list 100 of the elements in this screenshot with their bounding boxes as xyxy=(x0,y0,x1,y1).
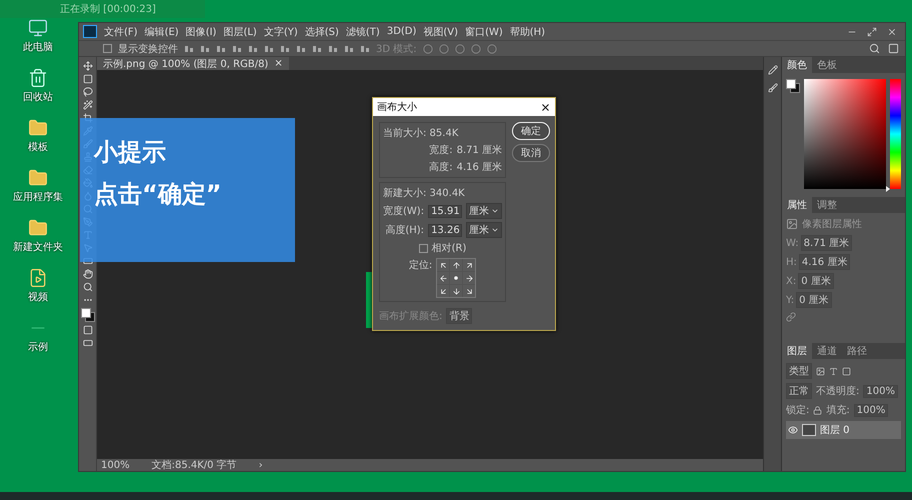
dialog-title: 画布大小 xyxy=(377,100,417,114)
zoom-icon[interactable] xyxy=(82,282,92,292)
computer-icon[interactable] xyxy=(28,18,48,38)
checkbox[interactable] xyxy=(418,244,428,252)
menu-item[interactable]: 图层(L) xyxy=(223,24,257,38)
panel-tab[interactable]: 颜色 xyxy=(782,57,812,73)
input-field[interactable]: 13.26 xyxy=(428,224,462,236)
panel-tab[interactable]: 调整 xyxy=(812,197,842,213)
desktop-icon-label[interactable]: 模板 xyxy=(28,140,48,154)
status-arrow[interactable]: › xyxy=(258,460,263,470)
align-icon[interactable] xyxy=(216,44,226,54)
brush-icon[interactable] xyxy=(768,83,778,93)
align-icon[interactable] xyxy=(296,44,306,54)
checkbox-label: 显示变换控件 xyxy=(118,42,178,56)
menu-item[interactable]: 滤镜(T) xyxy=(346,24,380,38)
menu-item[interactable]: 窗口(W) xyxy=(465,24,503,38)
panel-tab[interactable]: 属性 xyxy=(782,197,812,213)
input-field[interactable]: 4.16 厘米 xyxy=(798,254,850,270)
eye-icon[interactable] xyxy=(788,425,798,435)
desktop-icon-label[interactable]: 视频 xyxy=(28,290,48,304)
filter-image-icon[interactable] xyxy=(816,366,825,376)
3d-mode-icon[interactable] xyxy=(438,44,449,54)
3d-mode-icon[interactable] xyxy=(486,44,497,54)
search-icon[interactable] xyxy=(869,43,880,54)
dialog-button[interactable]: 取消 xyxy=(512,144,550,162)
chevron-down-icon xyxy=(491,207,500,215)
unit-select[interactable]: 厘米 xyxy=(466,203,502,219)
align-icon[interactable] xyxy=(232,44,242,54)
3d-mode-icon[interactable] xyxy=(422,44,433,54)
align-icon[interactable] xyxy=(312,44,322,54)
lasso-icon[interactable] xyxy=(82,87,92,97)
layer-row[interactable]: 图层 0 xyxy=(786,421,901,439)
color-field[interactable] xyxy=(804,79,886,189)
wand-icon[interactable] xyxy=(82,100,92,110)
input-field[interactable]: 0 厘米 xyxy=(796,292,832,308)
panel-tab[interactable]: 色板 xyxy=(812,57,842,73)
lock-icon[interactable] xyxy=(813,406,822,414)
field-label: H: xyxy=(786,256,797,268)
tab-close[interactable]: × xyxy=(274,58,283,69)
fill-field[interactable]: 100% xyxy=(854,404,888,416)
menu-item[interactable]: 3D(D) xyxy=(386,26,416,37)
3d-mode-icon[interactable] xyxy=(470,44,481,54)
quick-mask-icon[interactable] xyxy=(82,325,92,335)
align-icon[interactable] xyxy=(200,44,210,54)
panel-tab[interactable]: 通道 xyxy=(812,343,842,359)
menu-item[interactable]: 文件(F) xyxy=(104,24,138,38)
close-icon[interactable] xyxy=(540,102,551,112)
filter-type-icon[interactable] xyxy=(829,366,838,376)
opacity-field[interactable]: 100% xyxy=(863,384,898,398)
checkbox[interactable] xyxy=(103,44,112,53)
tip-text: 点击“确定” xyxy=(94,179,222,210)
slider-thumb[interactable] xyxy=(886,186,890,192)
arrow-icon xyxy=(452,286,461,296)
unit-select[interactable]: 厘米 xyxy=(466,222,502,238)
menu-item[interactable]: 编辑(E) xyxy=(144,24,179,38)
menu-item[interactable]: 文字(Y) xyxy=(264,24,298,38)
menu-item[interactable]: 视图(V) xyxy=(423,24,458,38)
recycle-bin-icon[interactable] xyxy=(28,68,48,88)
color-swatch[interactable] xyxy=(80,308,94,322)
screen-mode-icon[interactable] xyxy=(82,338,92,348)
panel-tab[interactable]: 图层 xyxy=(782,343,812,359)
document-tab[interactable]: 示例.png @ 100% (图层 0, RGB/8) × xyxy=(97,57,289,70)
anchor-grid[interactable] xyxy=(436,258,476,298)
hand-icon[interactable] xyxy=(82,269,92,279)
folder-icon[interactable] xyxy=(28,218,48,238)
align-icon[interactable] xyxy=(280,44,290,54)
input-field[interactable]: 15.91 xyxy=(428,204,462,218)
workspace-icon[interactable] xyxy=(888,43,899,54)
folder-icon[interactable] xyxy=(28,168,48,188)
menu-item[interactable]: 帮助(H) xyxy=(510,24,546,38)
folder-icon[interactable] xyxy=(28,118,48,138)
blend-mode-select[interactable]: 正常 xyxy=(786,383,812,399)
align-icon[interactable] xyxy=(328,44,338,54)
marquee-icon[interactable] xyxy=(82,74,92,84)
align-icon[interactable] xyxy=(344,44,354,54)
panel-tab[interactable]: 路径 xyxy=(842,343,872,359)
image-icon xyxy=(786,218,798,230)
desktop-icon-label[interactable]: 应用程序集 xyxy=(13,190,63,204)
align-icon[interactable] xyxy=(184,44,194,54)
input-field[interactable]: 8.71 厘米 xyxy=(800,235,852,251)
desktop-icon-label[interactable]: 此电脑 xyxy=(23,40,53,54)
align-icon[interactable] xyxy=(264,44,274,54)
layer-thumbnail xyxy=(802,424,816,436)
align-icon[interactable] xyxy=(248,44,258,54)
menu-item[interactable]: 图像(I) xyxy=(186,24,216,38)
desktop-icon-label[interactable]: 示例 xyxy=(28,340,48,354)
color-swatch[interactable] xyxy=(786,79,800,93)
align-icon[interactable] xyxy=(360,44,370,54)
filter-field[interactable]: 类型 xyxy=(786,363,812,379)
3d-mode-icon[interactable] xyxy=(454,44,465,54)
input-field[interactable]: 0 厘米 xyxy=(798,273,834,289)
link-icon[interactable] xyxy=(786,312,796,322)
dialog-button[interactable]: 确定 xyxy=(512,122,550,140)
move-icon[interactable] xyxy=(82,61,92,71)
desktop-icon-label[interactable]: 新建文件夹 xyxy=(13,240,63,254)
maximize-icon[interactable] xyxy=(867,26,877,36)
menu-item[interactable]: 选择(S) xyxy=(304,24,339,38)
filter-shape-icon[interactable] xyxy=(842,366,851,376)
desktop-icon-label[interactable]: 回收站 xyxy=(23,90,53,104)
field-label: 宽度(W): xyxy=(383,204,424,218)
